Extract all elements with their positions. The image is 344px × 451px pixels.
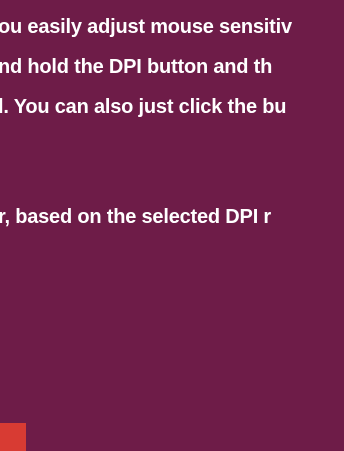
red-accent-block <box>0 423 26 451</box>
description-line-2: nd hold the DPI button and th <box>0 56 273 78</box>
description-line-3: l. You can also just click the bu <box>0 96 287 118</box>
description-line-1: ou easily adjust mouse sensitiv <box>0 16 292 38</box>
description-line-4: r, based on the selected DPI r <box>0 206 271 228</box>
info-panel: ou easily adjust mouse sensitiv nd hold … <box>0 0 344 451</box>
